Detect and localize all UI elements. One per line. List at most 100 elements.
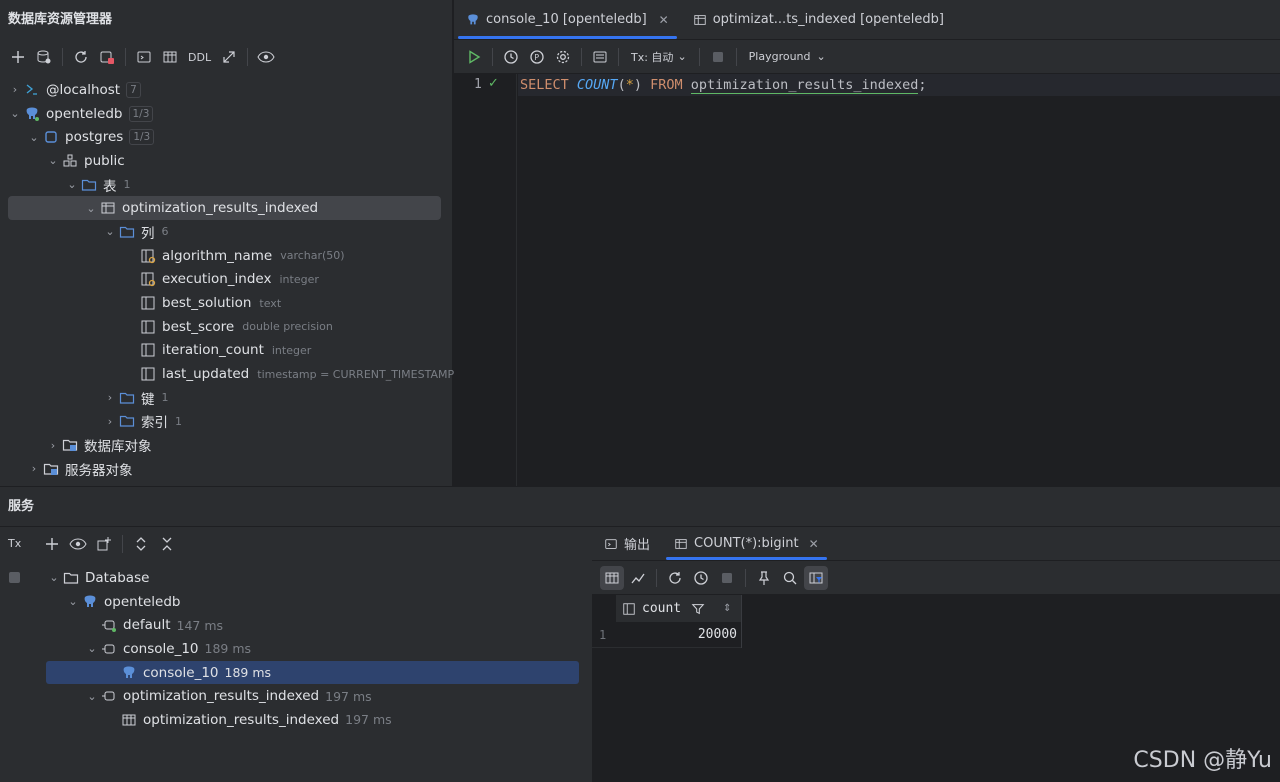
objects-folder-icon: [42, 461, 60, 477]
close-icon[interactable]: ✕: [809, 537, 819, 551]
chevron-right-icon[interactable]: ›: [7, 83, 23, 96]
jump-to-console-icon[interactable]: [132, 45, 156, 69]
refresh-icon[interactable]: [69, 45, 93, 69]
service-node-console-item[interactable]: console_10 189 ms: [46, 660, 579, 685]
table-view-icon[interactable]: [600, 565, 624, 590]
column-best-score[interactable]: best_score double precision: [0, 315, 453, 339]
tree-node-database-objects[interactable]: › 数据库对象: [0, 433, 453, 457]
tree-node-server-objects[interactable]: › 服务器对象: [0, 457, 453, 481]
explorer-toolbar: DDL: [0, 40, 452, 74]
toolbar-separator: [735, 47, 737, 66]
view-options-icon[interactable]: [66, 532, 90, 556]
chevron-down-icon[interactable]: ⌄: [84, 642, 100, 655]
tx-label[interactable]: Tx: [8, 537, 21, 550]
chevron-right-icon[interactable]: ›: [102, 415, 118, 428]
chevron-down-icon[interactable]: ⌄: [84, 690, 100, 703]
tree-node-public[interactable]: ⌄ public: [0, 149, 453, 173]
expand-all-icon[interactable]: [129, 532, 153, 556]
grid-cell[interactable]: 20000: [616, 621, 742, 648]
chevron-right-icon[interactable]: ›: [45, 439, 61, 452]
chevron-down-icon[interactable]: ⌄: [7, 107, 23, 120]
tree-node-openteledb[interactable]: ⌄ openteledb 1/3: [0, 102, 453, 126]
stop-icon[interactable]: [706, 45, 730, 69]
tree-node-table[interactable]: ⌄ optimization_results_indexed: [8, 196, 441, 221]
tree-label: 表: [103, 178, 117, 195]
chevron-right-icon[interactable]: ›: [26, 462, 42, 475]
table-view-icon[interactable]: [158, 45, 182, 69]
sql-statement[interactable]: SELECT COUNT(*) FROM optimization_result…: [520, 77, 927, 94]
add-icon[interactable]: [40, 532, 64, 556]
tab-table[interactable]: optimizat...ts_indexed [openteledb]: [681, 0, 956, 39]
filter-panel-icon[interactable]: [804, 565, 828, 590]
sql-keyword: SELECT: [520, 77, 569, 93]
explain-plan-icon[interactable]: P: [525, 45, 549, 69]
table-row[interactable]: 1 20000: [592, 621, 742, 648]
chevron-down-icon[interactable]: ⌄: [65, 595, 81, 608]
collapse-all-icon[interactable]: [155, 532, 179, 556]
column-header-count[interactable]: count ⇕: [616, 595, 742, 622]
history-icon[interactable]: [689, 566, 713, 590]
count-badge: 1/3: [128, 105, 154, 122]
filter-icon[interactable]: [691, 602, 705, 616]
service-node-openteledb[interactable]: ⌄ openteledb: [0, 590, 591, 614]
console-icon: [605, 538, 617, 549]
search-icon[interactable]: [778, 566, 802, 590]
chevron-down-icon[interactable]: ⌄: [83, 202, 99, 215]
service-node-opt-group[interactable]: ⌄ optimization_results_indexed 197 ms: [0, 684, 591, 708]
tree-node-indexes-folder[interactable]: › 索引 1: [0, 410, 453, 434]
duration-label: 147 ms: [176, 617, 224, 633]
tab-label: 输出: [624, 538, 651, 553]
chevron-down-icon[interactable]: ⌄: [26, 131, 42, 144]
disconnect-icon[interactable]: [95, 45, 119, 69]
toolbar-separator: [618, 47, 619, 66]
add-icon[interactable]: [6, 45, 30, 69]
tab-result[interactable]: COUNT(*):bigint ✕: [662, 527, 831, 560]
new-tab-icon[interactable]: [92, 532, 116, 556]
playground-dropdown[interactable]: Playground ⌄: [743, 45, 832, 69]
column-last-updated[interactable]: last_updated timestamp = CURRENT_TIMESTA…: [0, 362, 454, 386]
svg-text:P: P: [534, 53, 539, 62]
history-icon[interactable]: [499, 45, 523, 69]
service-node-console-group[interactable]: ⌄ console_10 189 ms: [0, 637, 591, 661]
column-execution-index[interactable]: execution_index integer: [0, 268, 453, 292]
chevron-down-icon[interactable]: ⌄: [102, 225, 118, 238]
toolbar-separator: [62, 48, 63, 66]
tab-output[interactable]: 输出: [592, 527, 662, 560]
result-grid: count ⇕ 1 20000: [592, 595, 742, 648]
tab-console[interactable]: console_10 [openteledb] ✕: [454, 0, 681, 39]
ddl-button[interactable]: DDL: [184, 45, 215, 69]
service-node-database[interactable]: ⌄ Database: [0, 566, 591, 590]
chevron-down-icon[interactable]: ⌄: [45, 154, 61, 167]
close-icon[interactable]: ✕: [659, 13, 669, 27]
chevron-down-icon[interactable]: ⌄: [46, 571, 62, 584]
chevron-down-icon[interactable]: ⌄: [64, 178, 80, 191]
transaction-mode-dropdown[interactable]: Tx: 自动 ⌄: [625, 45, 693, 69]
jump-to-source-icon[interactable]: [217, 45, 241, 69]
count-label: 1: [161, 391, 169, 405]
data-source-properties-icon[interactable]: [32, 45, 56, 69]
tree-node-postgres[interactable]: ⌄ postgres 1/3: [0, 125, 453, 149]
service-node-opt-item[interactable]: optimization_results_indexed 197 ms: [0, 708, 591, 732]
column-algorithm-name[interactable]: algorithm_name varchar(50): [0, 244, 453, 268]
sort-icon[interactable]: ⇕: [723, 603, 731, 614]
sql-semicolon: ;: [918, 77, 927, 93]
column-best-solution[interactable]: best_solution text: [0, 291, 453, 315]
output-layout-icon[interactable]: [588, 45, 612, 69]
service-node-default[interactable]: default 147 ms: [0, 613, 591, 637]
code-area[interactable]: 1 ✓ SELECT COUNT(*) FROM optimization_re…: [454, 74, 1280, 486]
stop-icon[interactable]: [715, 566, 739, 590]
tree-node-keys-folder[interactable]: › 键 1: [0, 386, 453, 410]
settings-icon[interactable]: [551, 45, 575, 69]
chevron-right-icon[interactable]: ›: [102, 391, 118, 404]
view-options-icon[interactable]: [254, 45, 278, 69]
tree-node-tables-folder[interactable]: ⌄ 表 1: [0, 173, 453, 197]
tree-node-columns-folder[interactable]: ⌄ 列 6: [0, 220, 453, 244]
column-name: best_solution: [162, 295, 252, 312]
pin-icon[interactable]: [752, 566, 776, 590]
refresh-icon[interactable]: [663, 566, 687, 590]
column-iteration-count[interactable]: iteration_count integer: [0, 339, 453, 363]
sql-function: COUNT: [576, 77, 618, 93]
tree-node-localhost[interactable]: › @localhost 7: [0, 78, 453, 102]
execute-icon[interactable]: [462, 45, 486, 69]
chart-icon[interactable]: [626, 566, 650, 590]
